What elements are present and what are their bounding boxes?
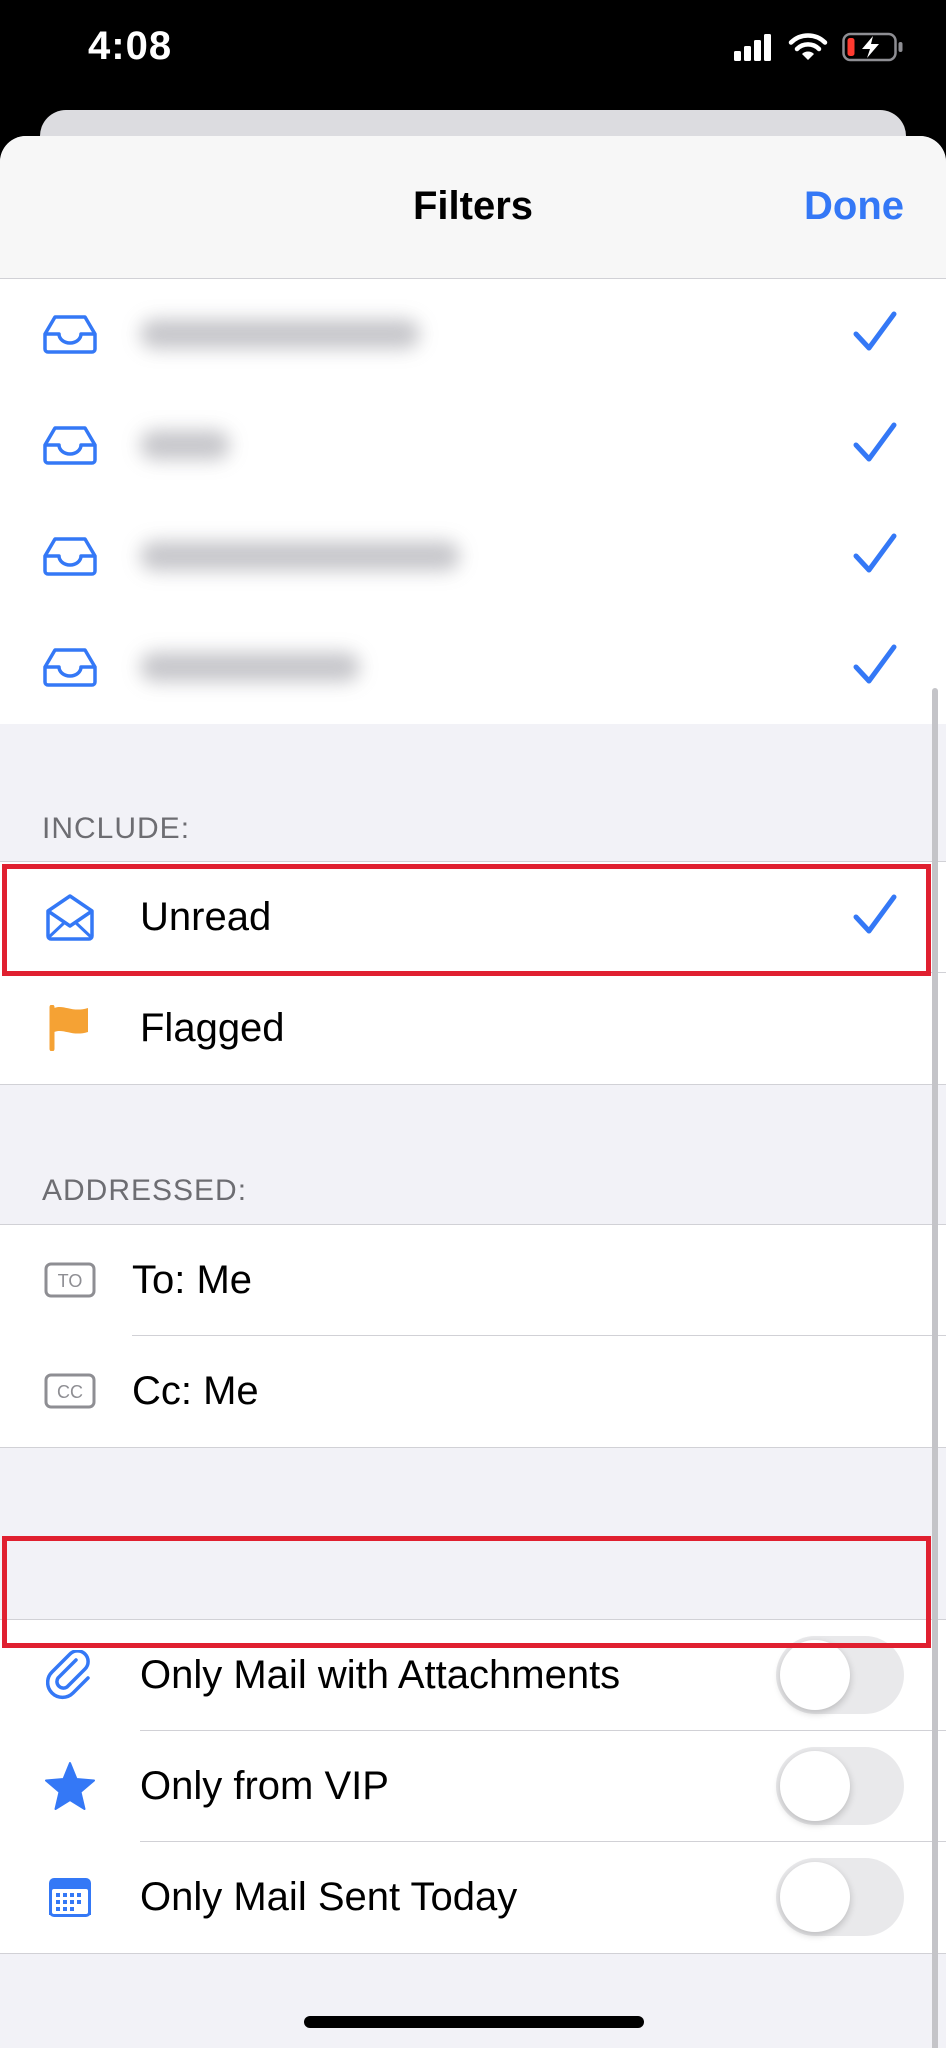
flagged-label: Flagged — [140, 1006, 285, 1050]
mailbox-name-blurred — [140, 652, 360, 682]
home-indicator[interactable] — [304, 2016, 644, 2028]
flag-icon — [42, 1000, 98, 1056]
done-button[interactable]: Done — [804, 184, 904, 229]
inbox-tray-icon — [42, 306, 98, 362]
status-icons — [734, 32, 904, 62]
toggle-knob — [780, 1862, 850, 1932]
sent-today-row[interactable]: Only Mail Sent Today — [0, 1842, 946, 1953]
vip-row[interactable]: Only from VIP — [0, 1731, 946, 1842]
options-section: Only Mail with Attachments Only from VIP — [0, 1619, 946, 1954]
mailbox-name-blurred — [140, 541, 460, 571]
paperclip-icon — [42, 1647, 98, 1703]
attachments-toggle[interactable] — [776, 1636, 904, 1714]
toggle-knob — [780, 1751, 850, 1821]
unread-label: Unread — [140, 895, 272, 939]
vip-label: Only from VIP — [140, 1764, 389, 1808]
attachments-label: Only Mail with Attachments — [140, 1653, 621, 1697]
filters-sheet: Filters Done INCLUDE: Unread Flagged ADD… — [0, 136, 946, 2048]
checkmark-icon — [853, 644, 897, 684]
wifi-icon — [788, 33, 828, 60]
inbox-tray-icon — [42, 639, 98, 695]
checkmark-icon — [853, 894, 897, 934]
toggle-knob — [780, 1640, 850, 1710]
battery-charging-icon — [842, 32, 903, 62]
mailbox-row[interactable] — [0, 279, 946, 390]
mailbox-row[interactable] — [0, 612, 946, 723]
sent-today-toggle[interactable] — [776, 1858, 904, 1936]
addressed-section: TO To: Me CC Cc: Me — [0, 1224, 946, 1448]
cc-badge-icon: CC — [42, 1363, 98, 1419]
scrollbar[interactable] — [932, 688, 938, 2048]
mailbox-row[interactable] — [0, 501, 946, 612]
checkmark-icon — [853, 422, 897, 462]
flagged-row[interactable]: Flagged — [0, 973, 946, 1084]
to-me-label: To: Me — [132, 1258, 253, 1302]
checkmark-icon — [853, 533, 897, 573]
vip-toggle[interactable] — [776, 1747, 904, 1825]
status-time: 4:08 — [88, 24, 173, 68]
sent-today-label: Only Mail Sent Today — [140, 1875, 518, 1919]
checkmark-icon — [853, 311, 897, 351]
navigation-bar: Filters Done — [0, 136, 946, 279]
to-badge-icon: TO — [42, 1252, 98, 1308]
addressed-header: ADDRESSED: — [42, 1174, 248, 1207]
inbox-tray-icon — [42, 528, 98, 584]
status-bar: 4:08 — [0, 0, 946, 110]
cc-badge-text: CC — [57, 1382, 83, 1402]
to-badge-text: TO — [58, 1271, 83, 1291]
mailboxes-section — [0, 279, 946, 724]
envelope-open-icon — [42, 889, 98, 945]
mailbox-name-blurred — [140, 319, 420, 349]
mailbox-row[interactable] — [0, 390, 946, 501]
include-header: INCLUDE: — [42, 812, 191, 845]
unread-row[interactable]: Unread — [0, 862, 946, 973]
cc-me-label: Cc: Me — [132, 1369, 259, 1413]
inbox-tray-icon — [42, 417, 98, 473]
star-icon — [42, 1758, 98, 1814]
cellular-signal-icon — [734, 34, 771, 61]
mailbox-name-blurred — [140, 430, 230, 460]
calendar-icon — [42, 1869, 98, 1925]
attachments-row[interactable]: Only Mail with Attachments — [0, 1620, 946, 1731]
to-me-row[interactable]: TO To: Me — [0, 1225, 946, 1336]
cc-me-row[interactable]: CC Cc: Me — [0, 1336, 946, 1447]
include-section: Unread Flagged — [0, 861, 946, 1085]
